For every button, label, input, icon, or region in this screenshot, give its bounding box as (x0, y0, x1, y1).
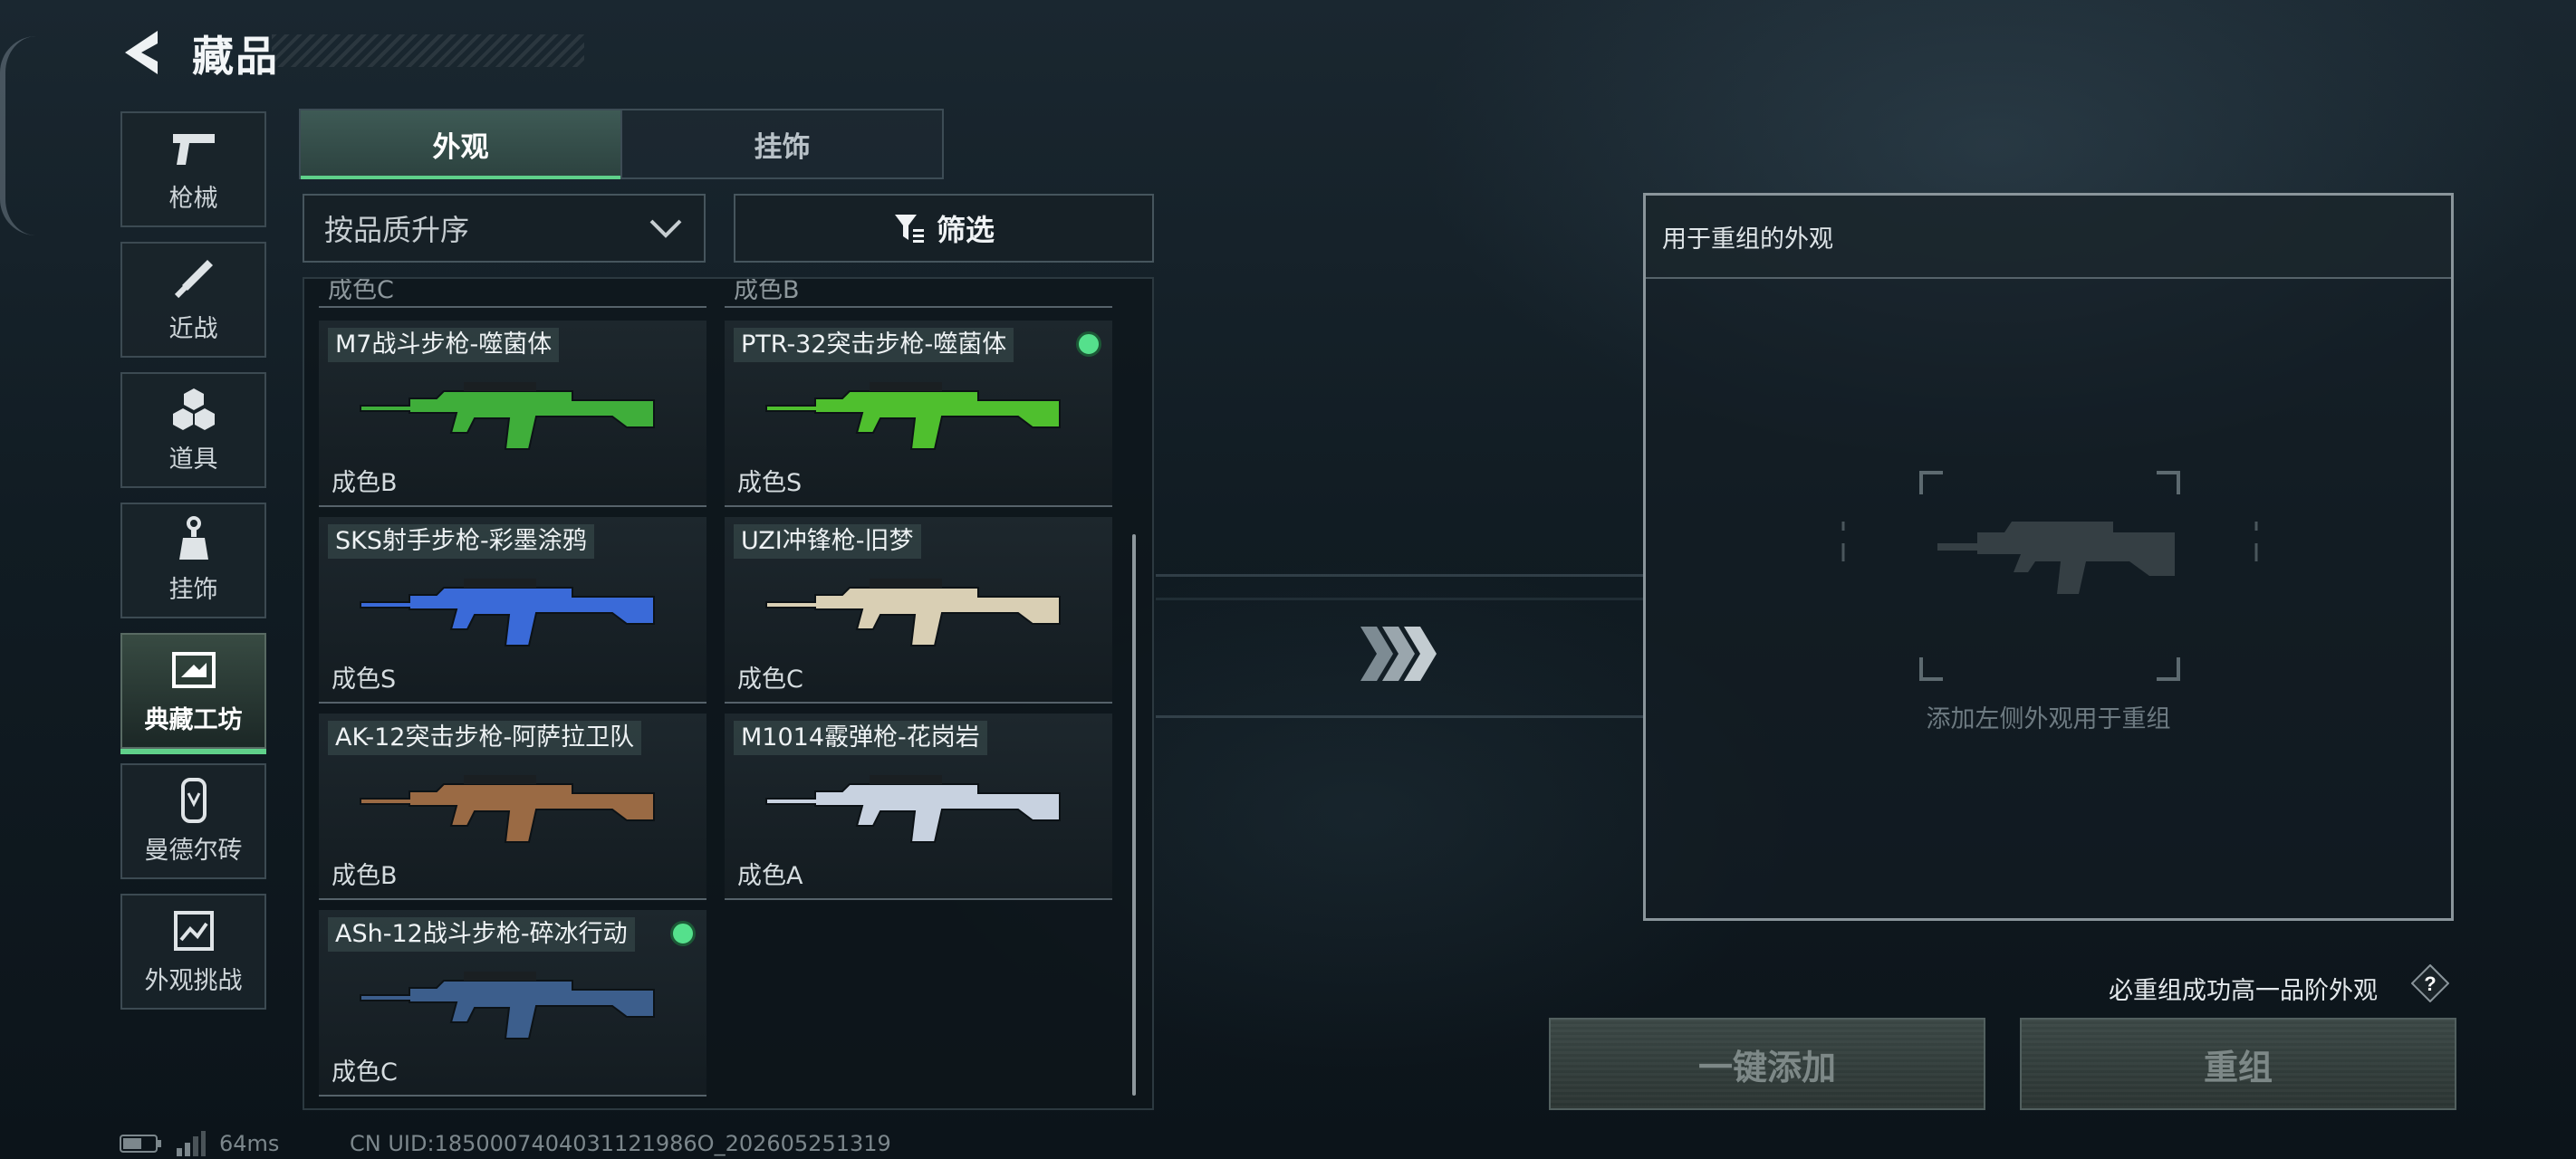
skin-grade: 成色A (737, 862, 803, 890)
filter-icon (894, 215, 924, 243)
recombine-panel-title: 用于重组的外观 (1646, 196, 2451, 279)
weapon-skin-image (765, 382, 1061, 450)
skin-card[interactable]: M1014霰弹枪-花岗岩成色A (725, 714, 1112, 900)
skin-name: M1014霰弹枪-花岗岩 (734, 721, 987, 755)
help-icon-glyph: ? (2424, 972, 2436, 995)
connector-line (1156, 574, 1645, 577)
sidebar-item-label: 外观挑战 (144, 966, 243, 995)
recombine-button[interactable]: 重组 (2020, 1018, 2456, 1110)
filter-button[interactable]: 筛选 (734, 194, 1154, 263)
back-button[interactable] (118, 25, 172, 80)
sidebar-item-melee[interactable]: 近战 (120, 242, 266, 358)
rifle-placeholder-icon (1841, 471, 2258, 681)
sidebar-item-items[interactable]: 道具 (120, 372, 266, 488)
sidebar-item-label: 枪械 (168, 184, 218, 213)
skin-name: AK-12突击步枪-阿萨拉卫队 (328, 721, 642, 755)
weapon-skin-image (360, 775, 655, 843)
weapon-skin-image (360, 382, 655, 450)
skin-grade: 成色B (332, 862, 398, 890)
title-decoration (272, 34, 584, 67)
edge-decoration (0, 36, 36, 235)
skin-card[interactable]: M7战斗步枪-噬菌体成色B (319, 321, 706, 507)
skin-name: PTR-32突击步枪-噬菌体 (734, 328, 1014, 362)
workshop-icon (169, 647, 218, 693)
recombine-slot[interactable] (1841, 467, 2258, 685)
recombine-panel: 用于重组的外观 添加左侧外观用于重组 (1643, 193, 2454, 921)
skin-card[interactable]: AK-12突击步枪-阿萨拉卫队成色B (319, 714, 706, 900)
weapon-skin-image (360, 972, 655, 1039)
skin-card[interactable]: SKS射手步枪-彩墨涂鸦成色S (319, 517, 706, 704)
skin-grade: 成色S (737, 469, 803, 497)
chevrons-right-icon (1360, 627, 1437, 681)
divider (725, 306, 1112, 308)
signal-icon (177, 1131, 206, 1156)
page-title: 藏品 (192, 32, 279, 81)
sidebar-item-label: 近战 (168, 314, 218, 343)
weapon-skin-image (765, 775, 1061, 843)
divider (319, 306, 706, 308)
skin-name: M7战斗步枪-噬菌体 (328, 328, 560, 362)
skin-card[interactable]: UZI冲锋枪-旧梦成色C (725, 517, 1112, 704)
pistol-icon (169, 126, 218, 171)
back-arrow-icon (125, 31, 158, 74)
weapon-skin-image (765, 579, 1061, 647)
skin-grade: 成色S (332, 666, 397, 694)
help-icon[interactable]: ? (2410, 963, 2450, 1003)
sidebar-item-workshop[interactable]: 典藏工坊 (120, 633, 266, 754)
battery-icon (120, 1135, 161, 1153)
partial-grade-label: 成色C (328, 277, 394, 304)
sidebar-item-guns[interactable]: 枪械 (120, 111, 266, 227)
skin-name: UZI冲锋枪-旧梦 (734, 524, 921, 559)
uid-text: CN UID:1850007404031121986O_202605251319 (350, 1131, 891, 1156)
list-scrollbar[interactable] (1132, 534, 1136, 1096)
charm-icon (169, 515, 218, 562)
selected-indicator (1076, 331, 1101, 357)
sidebar-item-label: 挂饰 (168, 575, 218, 604)
recombine-hint: 添加左侧外观用于重组 (1926, 705, 2171, 733)
sort-dropdown[interactable]: 按品质升序 (303, 194, 706, 263)
challenge-icon (169, 908, 218, 953)
selected-indicator (670, 921, 696, 946)
sidebar-item-label: 曼德尔砖 (144, 836, 243, 865)
sidebar-item-charms[interactable]: 挂饰 (120, 503, 266, 618)
skin-grade: 成色C (737, 666, 803, 694)
sort-dropdown-label: 按品质升序 (324, 213, 470, 247)
status-bar: 64ms (120, 1130, 279, 1157)
sidebar-item-label: 道具 (168, 445, 218, 474)
sidebar-item-brick[interactable]: 曼德尔砖 (120, 763, 266, 879)
connector-line (1156, 715, 1645, 718)
sidebar-item-challenge[interactable]: 外观挑战 (120, 894, 266, 1010)
brick-icon (169, 777, 218, 823)
connector-line (1156, 598, 1645, 600)
partial-grade-label: 成色B (734, 277, 800, 304)
ping-text: 64ms (219, 1131, 280, 1156)
cubes-icon (169, 387, 218, 432)
skin-name: ASh-12战斗步枪-碎冰行动 (328, 917, 635, 952)
skin-card[interactable]: PTR-32突击步枪-噬菌体成色S (725, 321, 1112, 507)
filter-button-label: 筛选 (936, 213, 995, 247)
knife-icon (169, 256, 218, 302)
skin-name: SKS射手步枪-彩墨涂鸦 (328, 524, 594, 559)
chevron-down-icon (649, 219, 682, 238)
skin-grade: 成色C (332, 1058, 398, 1087)
tab-charms[interactable]: 挂饰 (620, 110, 942, 177)
tab-skins[interactable]: 外观 (301, 110, 620, 179)
skin-list[interactable]: 成色C 成色B M7战斗步枪-噬菌体 成色B PTR-32突击步枪-噬菌体 成色S SK… (303, 277, 1154, 1110)
add-all-button[interactable]: 一键添加 (1549, 1018, 1985, 1110)
skin-card[interactable]: ASh-12战斗步枪-碎冰行动成色C (319, 910, 706, 1097)
sidebar-item-label: 典藏工坊 (144, 705, 243, 734)
weapon-skin-image (360, 579, 655, 647)
guarantee-text: 必重组成功高一品阶外观 (2109, 977, 2378, 1005)
skin-grade: 成色B (332, 469, 398, 497)
tab-bar: 外观 挂饰 (299, 109, 944, 179)
